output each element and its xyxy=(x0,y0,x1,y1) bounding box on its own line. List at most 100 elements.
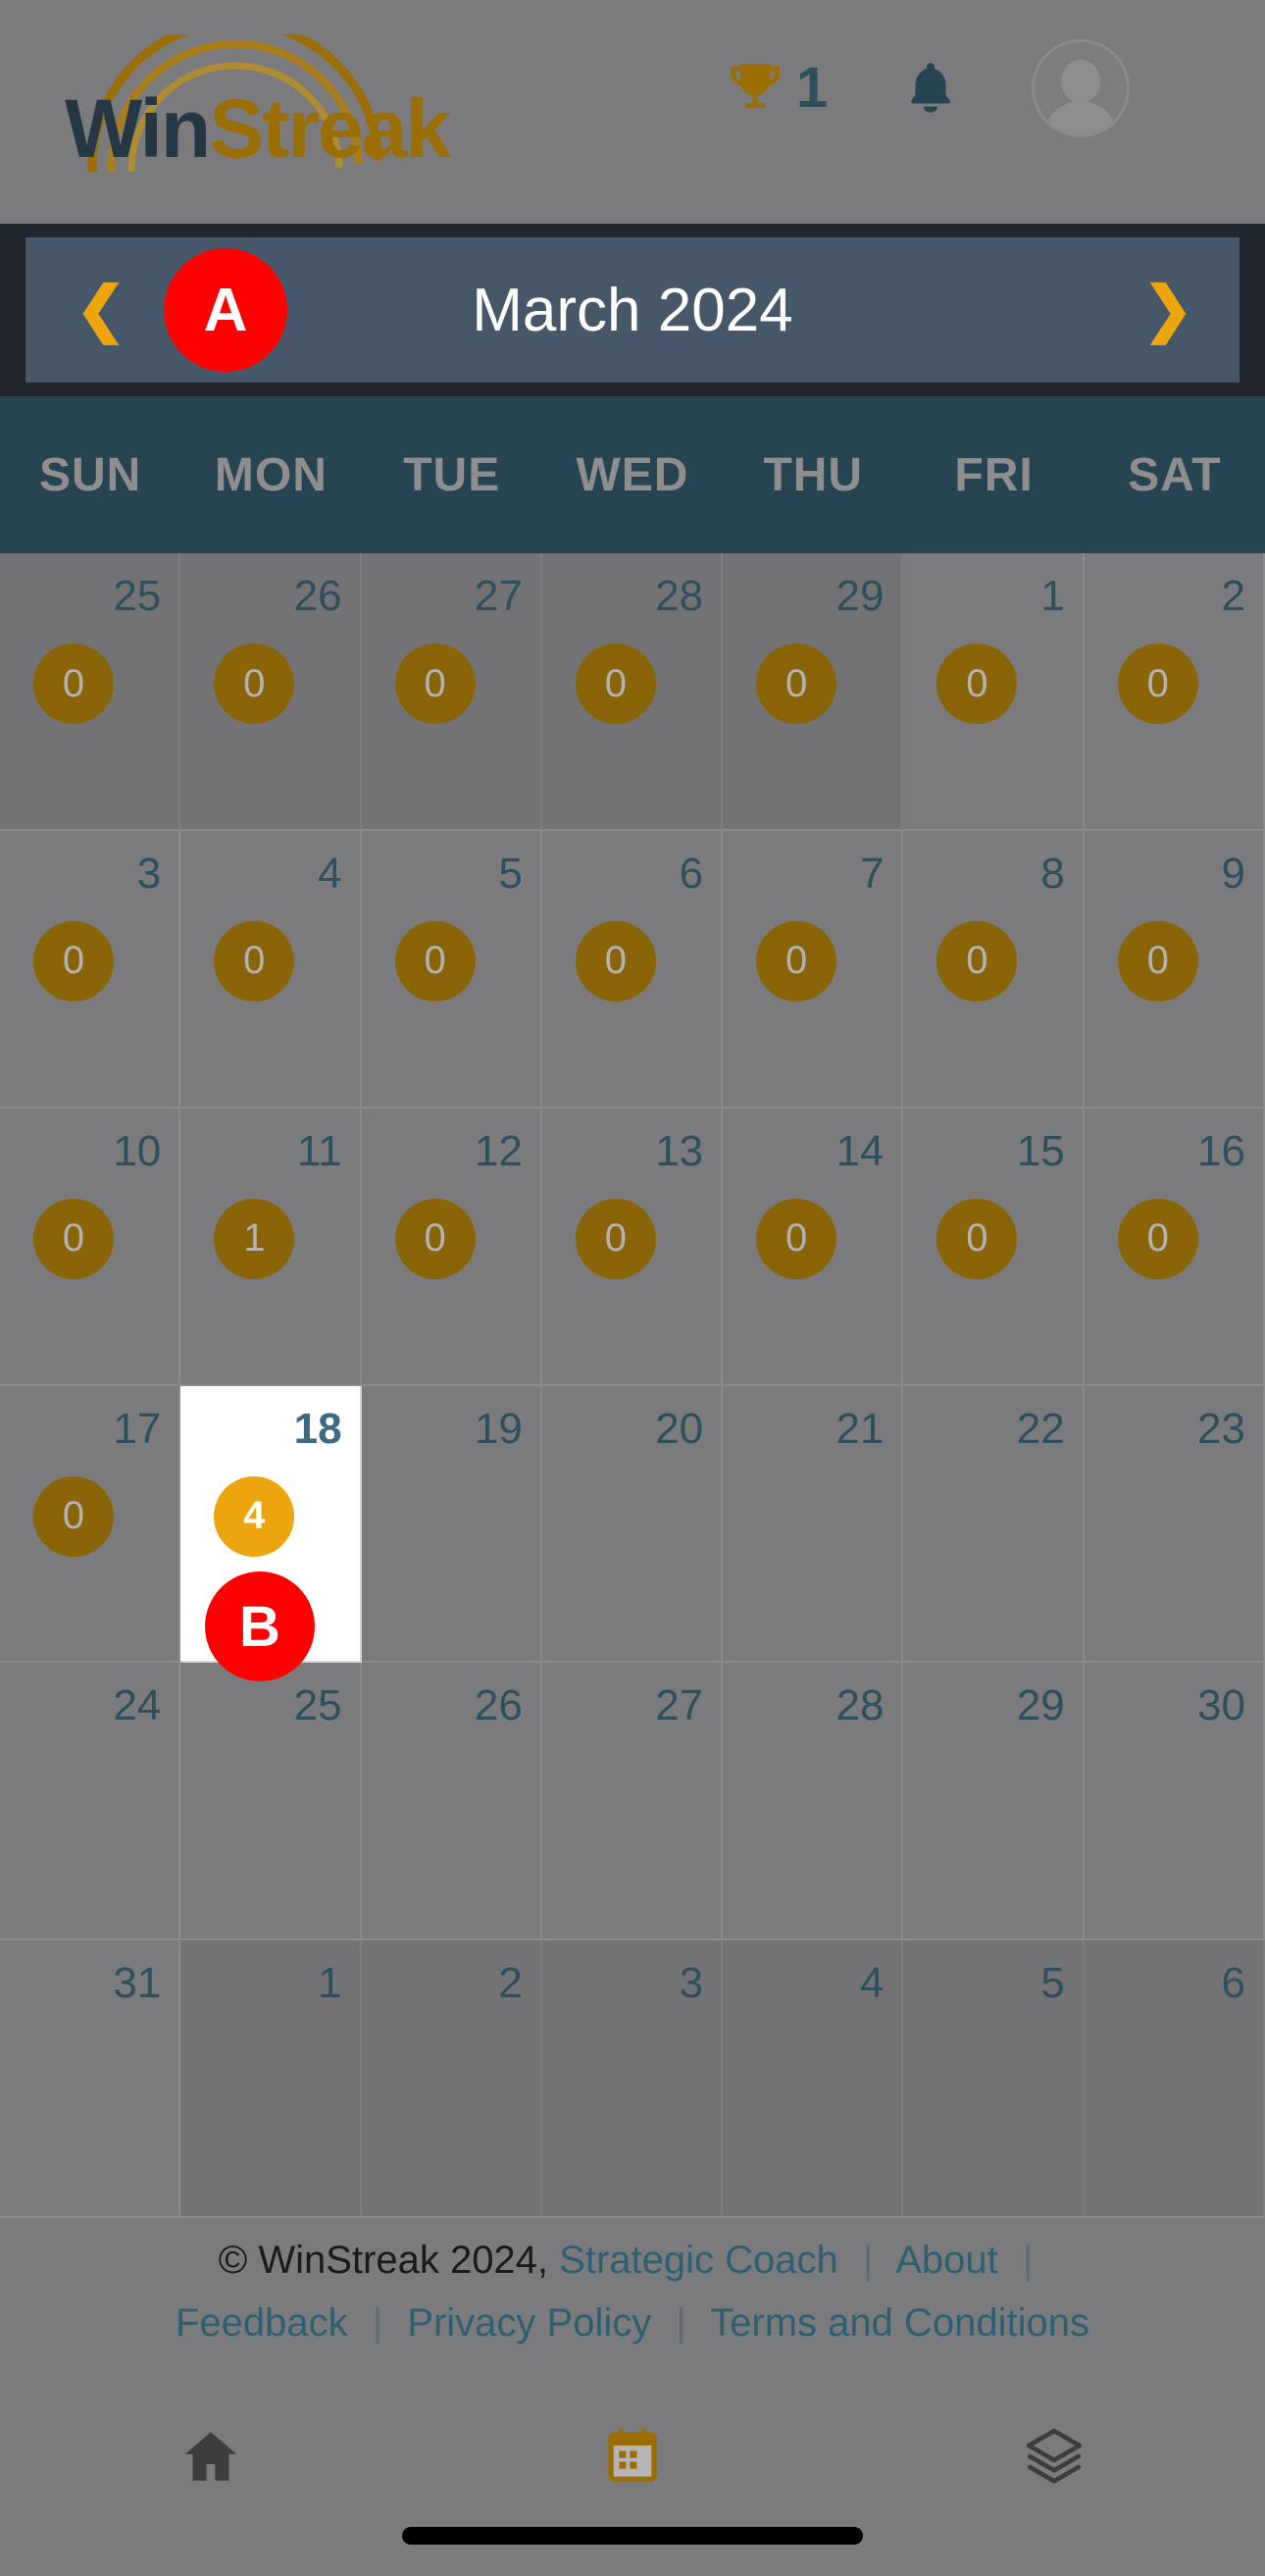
calendar-day-badge[interactable]: 4 xyxy=(214,1475,295,1557)
calendar-day-cell[interactable]: 25 0 xyxy=(0,553,181,831)
calendar-day-badge[interactable]: 0 xyxy=(936,644,1018,724)
calendar-day-badge[interactable]: 1 xyxy=(214,1198,295,1279)
footer-line-1: © WinStreak 2024, Strategic Coach | Abou… xyxy=(0,2229,1265,2292)
calendar-day-number: 26 xyxy=(474,1681,523,1730)
footer-link-terms-and-conditions[interactable]: Terms and Conditions xyxy=(710,2301,1089,2344)
calendar-day-cell[interactable]: 5 xyxy=(903,1940,1085,2218)
calendar-day-cell[interactable]: 80 xyxy=(903,830,1085,1108)
calendar-day-cell[interactable]: 28 xyxy=(723,1663,904,1941)
calendar-day-cell[interactable]: 20 xyxy=(541,1385,724,1664)
footer-link-strategic-coach[interactable]: Strategic Coach xyxy=(559,2239,838,2282)
calendar-day-cell[interactable]: 15 0 xyxy=(903,1108,1085,1386)
calendar-day-number: 5 xyxy=(498,849,523,898)
calendar-day-cell[interactable]: 26 xyxy=(361,1663,542,1941)
logo-text: WinStreak xyxy=(57,87,451,195)
calendar-day-badge[interactable]: 0 xyxy=(394,1198,476,1279)
calendar-day-badge[interactable]: 0 xyxy=(214,644,295,724)
calendar-day-number: 7 xyxy=(859,849,885,898)
calendar-day-cell[interactable]: 19 xyxy=(361,1385,542,1664)
calendar-day-badge[interactable]: 0 xyxy=(394,644,476,724)
calendar-day-number: 30 xyxy=(1197,1681,1245,1730)
calendar-day-cell[interactable]: 30 xyxy=(0,830,181,1108)
calendar-day-number: 25 xyxy=(113,572,162,620)
calendar-day-badge[interactable]: 0 xyxy=(33,1198,114,1279)
weekday-thu: THU xyxy=(763,448,864,501)
calendar-day-badge[interactable]: 0 xyxy=(33,1475,114,1557)
logo-win: Win xyxy=(65,82,211,175)
trophy-score[interactable]: 1 xyxy=(726,58,828,119)
calendar-day-cell[interactable]: 10 0 xyxy=(0,1108,181,1386)
calendar-day-cell[interactable]: 29 xyxy=(903,1663,1085,1941)
calendar-day-cell[interactable]: 14 0 xyxy=(723,1108,904,1386)
avatar[interactable] xyxy=(1032,39,1131,137)
calendar-day-number: 18 xyxy=(293,1404,342,1453)
bottom-nav-layers[interactable] xyxy=(843,2388,1265,2525)
calendar-day-cell[interactable]: 25 xyxy=(180,1663,362,1941)
calendar-day-badge[interactable]: 0 xyxy=(936,920,1018,1002)
footer-separator: | xyxy=(862,2239,874,2282)
calendar-day-badge[interactable]: 0 xyxy=(575,644,656,724)
calendar-day-badge[interactable]: 0 xyxy=(1117,920,1198,1002)
calendar-day-cell[interactable]: 90 xyxy=(1084,830,1265,1108)
calendar-day-badge[interactable]: 0 xyxy=(33,920,114,1002)
calendar-day-cell[interactable]: 4 xyxy=(723,1940,904,2218)
calendar-day-cell[interactable]: 12 0 xyxy=(361,1108,542,1386)
footer-link-privacy-policy[interactable]: Privacy Policy xyxy=(407,2301,651,2344)
calendar-day-cell[interactable]: 70 xyxy=(723,830,904,1108)
calendar-day-badge[interactable]: 0 xyxy=(756,920,837,1002)
calendar-day-badge[interactable]: 0 xyxy=(756,644,837,724)
app-logo[interactable]: WinStreak xyxy=(57,28,518,195)
calendar-day-cell[interactable]: 31 xyxy=(0,1940,181,2218)
calendar-day-number: 4 xyxy=(859,1959,885,2008)
app-screen: WinStreak 1 ❮ March 2024 ❯ SUN MON TUE W… xyxy=(0,0,1265,2576)
calendar-day-number: 2 xyxy=(498,1959,523,2008)
calendar-day-cell[interactable]: 3 xyxy=(541,1940,724,2218)
calendar-day-cell[interactable]: 23 xyxy=(1084,1385,1265,1664)
calendar-day-badge[interactable]: 0 xyxy=(575,1198,656,1279)
layers-icon xyxy=(1026,2428,1083,2484)
annotation-marker-a: A xyxy=(164,248,287,372)
calendar-day-cell[interactable]: 1 xyxy=(180,1940,362,2218)
calendar-day-cell[interactable]: 11 1 xyxy=(180,1108,362,1386)
calendar-day-badge[interactable]: 0 xyxy=(936,1198,1018,1279)
calendar-day-cell[interactable]: 16 0 xyxy=(1084,1108,1265,1386)
bottom-nav-calendar[interactable] xyxy=(422,2388,843,2525)
calendar-day-cell[interactable]: 40 xyxy=(180,830,362,1108)
bottom-nav-home[interactable] xyxy=(0,2388,422,2525)
weekday-fri: FRI xyxy=(954,448,1034,501)
calendar-day-cell[interactable]: 24 xyxy=(0,1663,181,1941)
notifications-button[interactable] xyxy=(900,56,961,121)
calendar-day-badge[interactable]: 0 xyxy=(394,920,476,1002)
calendar-day-cell[interactable]: 29 0 xyxy=(723,553,904,831)
calendar-day-cell[interactable]: 13 0 xyxy=(541,1108,724,1386)
calendar-day-badge[interactable]: 0 xyxy=(1117,1198,1198,1279)
calendar-day-cell[interactable]: 2 xyxy=(361,1940,542,2218)
weekday-mon: MON xyxy=(214,448,328,501)
footer-link-about[interactable]: About xyxy=(895,2239,998,2282)
bottom-navigation xyxy=(0,2388,1265,2525)
calendar-day-number: 19 xyxy=(474,1404,523,1453)
home-icon xyxy=(184,2432,237,2481)
calendar-day-badge[interactable]: 0 xyxy=(33,644,114,724)
calendar-day-badge[interactable]: 0 xyxy=(214,920,295,1002)
calendar-day-badge[interactable]: 0 xyxy=(756,1198,837,1279)
calendar-day-cell[interactable]: 26 0 xyxy=(180,553,362,831)
calendar-day-cell[interactable]: 28 0 xyxy=(541,553,724,831)
calendar-day-cell[interactable]: 22 xyxy=(903,1385,1085,1664)
calendar-day-cell[interactable]: 27 xyxy=(541,1663,724,1941)
calendar-day-cell[interactable]: 21 xyxy=(723,1385,904,1664)
calendar-day-cell[interactable]: 30 xyxy=(1084,1663,1265,1941)
calendar-day-cell[interactable]: 50 xyxy=(361,830,542,1108)
calendar-day-cell[interactable]: 10 xyxy=(903,553,1085,831)
logo-streak: Streak xyxy=(209,82,451,175)
footer-link-feedback[interactable]: Feedback xyxy=(176,2301,348,2344)
calendar-day-cell[interactable]: 6 xyxy=(1084,1940,1265,2218)
calendar-day-cell[interactable]: 20 xyxy=(1084,553,1265,831)
calendar-day-cell[interactable]: 27 0 xyxy=(361,553,542,831)
calendar-day-cell[interactable]: 60 xyxy=(541,830,724,1108)
calendar-day-number: 11 xyxy=(296,1126,342,1175)
calendar-day-badge[interactable]: 0 xyxy=(575,920,656,1002)
calendar-day-badge[interactable]: 0 xyxy=(1117,644,1198,724)
calendar-day-cell[interactable]: 17 0 xyxy=(0,1385,181,1664)
bell-icon xyxy=(911,63,951,113)
